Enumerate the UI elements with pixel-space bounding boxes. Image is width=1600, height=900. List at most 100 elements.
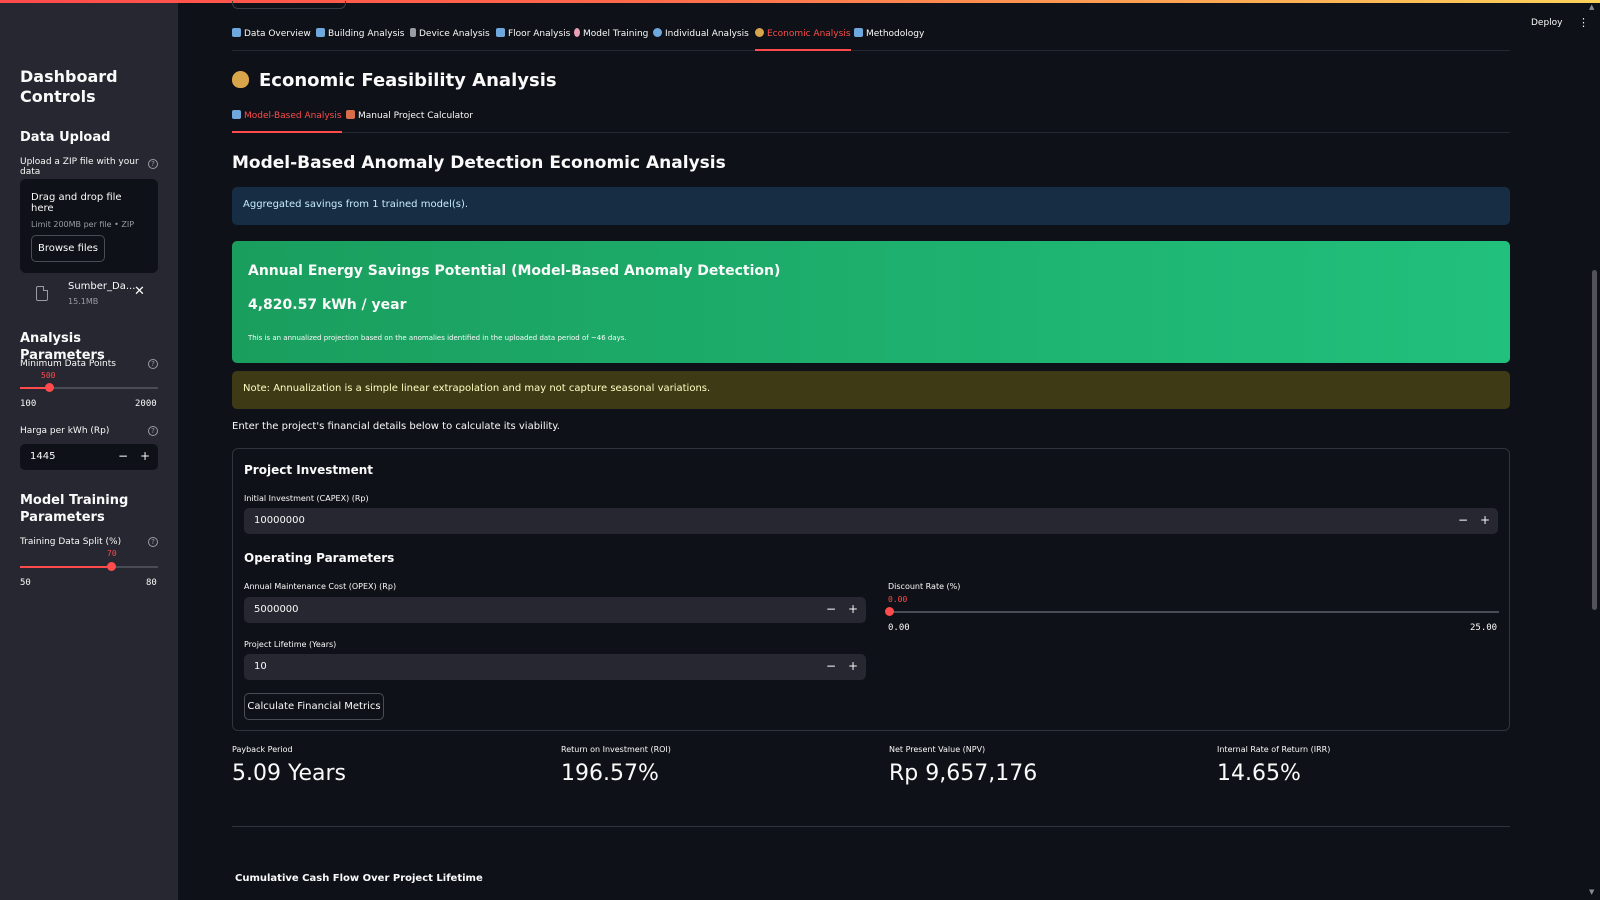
- price-per-kwh-label: Harga per kWh (Rp): [20, 426, 110, 436]
- deploy-button[interactable]: Deploy: [1531, 18, 1563, 28]
- uploaded-file-name: Sumber_Da...: [68, 281, 136, 292]
- page-scrollbar[interactable]: [1592, 270, 1597, 610]
- capex-label: Initial Investment (CAPEX) (Rp): [244, 494, 369, 503]
- decrement-button[interactable]: −: [1456, 513, 1470, 527]
- top-element-edge: [232, 1, 346, 9]
- min-data-points-min: 100: [20, 399, 37, 409]
- min-data-points-max: 2000: [135, 399, 157, 409]
- book-icon: [854, 28, 863, 37]
- metric-value: 14.65%: [1217, 761, 1301, 786]
- discount-rate-slider[interactable]: [888, 611, 1499, 613]
- main-menu-icon[interactable]: ⋮: [1578, 16, 1589, 29]
- upload-label: Upload a ZIP file with your data: [20, 157, 139, 177]
- opex-label: Annual Maintenance Cost (OPEX) (Rp): [244, 582, 397, 591]
- opex-value[interactable]: 5000000: [254, 604, 299, 615]
- tab-individual-analysis[interactable]: Individual Analysis: [653, 28, 749, 51]
- decrement-button[interactable]: −: [116, 449, 130, 463]
- lifetime-label: Project Lifetime (Years): [244, 640, 337, 649]
- discount-rate-value: 0.00: [888, 595, 908, 604]
- dropzone-limit: Limit 200MB per file • ZIP: [31, 220, 135, 229]
- metric-payback-period: Payback Period 5.09 Years: [232, 745, 346, 786]
- metric-label: Net Present Value (NPV): [889, 745, 986, 754]
- metric-value: Rp 9,657,176: [889, 761, 1038, 786]
- lifetime-input[interactable]: 10 − +: [244, 654, 866, 680]
- savings-card-note: This is an annualized projection based o…: [248, 334, 627, 342]
- opex-input[interactable]: 5000000 − +: [244, 597, 866, 623]
- tab-manual-project-calculator[interactable]: Manual Project Calculator: [346, 110, 473, 133]
- increment-button[interactable]: +: [846, 602, 860, 616]
- floor-icon: [496, 28, 505, 37]
- model-training-heading: Model Training Parameters: [20, 493, 129, 525]
- file-dropzone[interactable]: Drag and drop file here Limit 200MB per …: [20, 179, 158, 273]
- project-investment-heading: Project Investment: [244, 463, 374, 477]
- financial-form: Project Investment Initial Investment (C…: [232, 448, 1510, 731]
- help-icon[interactable]: ?: [148, 426, 158, 436]
- file-icon: [36, 286, 48, 301]
- data-upload-heading: Data Upload: [20, 130, 111, 145]
- scroll-down-icon[interactable]: ▼: [1589, 888, 1594, 896]
- tab-floor-analysis[interactable]: Floor Analysis: [496, 28, 570, 51]
- min-data-points-slider-thumb[interactable]: [45, 383, 54, 392]
- tab-economic-analysis[interactable]: Economic Analysis: [755, 28, 851, 51]
- metric-roi: Return on Investment (ROI) 196.57%: [561, 745, 671, 786]
- metric-value: 5.09 Years: [232, 761, 347, 786]
- metric-label: Return on Investment (ROI): [561, 745, 671, 754]
- discount-rate-label: Discount Rate (%): [888, 582, 961, 591]
- main-content: Deploy ⋮ Data Overview Building Analysis…: [178, 1, 1600, 900]
- intro-text: Enter the project's financial details be…: [232, 421, 560, 432]
- uploaded-file-size: 15.1MB: [68, 297, 99, 306]
- page-title: Economic Feasibility Analysis: [232, 70, 557, 91]
- metric-npv: Net Present Value (NPV) Rp 9,657,176: [889, 745, 1037, 786]
- price-per-kwh-input[interactable]: 1445 − +: [20, 444, 158, 470]
- main-tabs: Data Overview Building Analysis Device A…: [232, 28, 1510, 51]
- chart-icon: [232, 28, 241, 37]
- help-icon[interactable]: ?: [148, 537, 158, 547]
- training-split-slider-thumb[interactable]: [107, 562, 116, 571]
- training-split-slider-fill: [20, 566, 112, 568]
- money-bag-icon: [232, 71, 249, 88]
- increment-button[interactable]: +: [846, 659, 860, 673]
- tab-device-analysis[interactable]: Device Analysis: [410, 28, 490, 51]
- scroll-up-icon[interactable]: ▲: [1589, 3, 1594, 11]
- info-alert: Aggregated savings from 1 trained model(…: [232, 187, 1510, 225]
- tab-data-overview[interactable]: Data Overview: [232, 28, 311, 51]
- magnifier-icon: [653, 28, 662, 37]
- remove-file-icon[interactable]: ✕: [134, 284, 145, 299]
- cash-flow-chart-title: Cumulative Cash Flow Over Project Lifeti…: [235, 873, 483, 884]
- help-icon[interactable]: ?: [148, 159, 158, 169]
- chart-icon: [232, 110, 241, 119]
- price-per-kwh-value[interactable]: 1445: [30, 451, 55, 462]
- min-data-points-value: 500: [41, 371, 56, 380]
- money-bag-icon: [755, 28, 764, 37]
- savings-card-value: 4,820.57 kWh / year: [248, 297, 407, 313]
- tab-building-analysis[interactable]: Building Analysis: [316, 28, 404, 51]
- wrench-icon: [410, 28, 416, 37]
- lifetime-value[interactable]: 10: [254, 661, 267, 672]
- tab-methodology[interactable]: Methodology: [854, 28, 924, 51]
- sidebar-title: Dashboard Controls: [20, 67, 118, 106]
- uploaded-file: Sumber_Da... 15.1MB ✕: [34, 279, 154, 309]
- capex-value[interactable]: 10000000: [254, 515, 305, 526]
- sidebar: Dashboard Controls Data Upload Upload a …: [0, 3, 178, 900]
- capex-input[interactable]: 10000000 − +: [244, 508, 1498, 534]
- increment-button[interactable]: +: [138, 449, 152, 463]
- discount-rate-slider-thumb[interactable]: [885, 607, 894, 616]
- metric-label: Internal Rate of Return (IRR): [1217, 745, 1331, 754]
- tab-model-training[interactable]: Model Training: [574, 28, 648, 51]
- metric-irr: Internal Rate of Return (IRR) 14.65%: [1217, 745, 1330, 786]
- building-icon: [316, 28, 325, 37]
- calculator-icon: [346, 110, 355, 119]
- dropzone-title: Drag and drop file here: [31, 192, 122, 214]
- increment-button[interactable]: +: [1478, 513, 1492, 527]
- sub-tabs: Model-Based Analysis Manual Project Calc…: [232, 110, 1510, 133]
- decrement-button[interactable]: −: [824, 602, 838, 616]
- browse-files-button[interactable]: Browse files: [31, 235, 105, 262]
- training-split-max: 80: [146, 578, 157, 588]
- discount-rate-min: 0.00: [888, 623, 910, 633]
- decrement-button[interactable]: −: [824, 659, 838, 673]
- savings-card-title: Annual Energy Savings Potential (Model-B…: [248, 263, 781, 279]
- calculate-financial-metrics-button[interactable]: Calculate Financial Metrics: [244, 693, 384, 720]
- help-icon[interactable]: ?: [148, 359, 158, 369]
- section-title: Model-Based Anomaly Detection Economic A…: [232, 153, 726, 173]
- tab-model-based-analysis[interactable]: Model-Based Analysis: [232, 110, 342, 133]
